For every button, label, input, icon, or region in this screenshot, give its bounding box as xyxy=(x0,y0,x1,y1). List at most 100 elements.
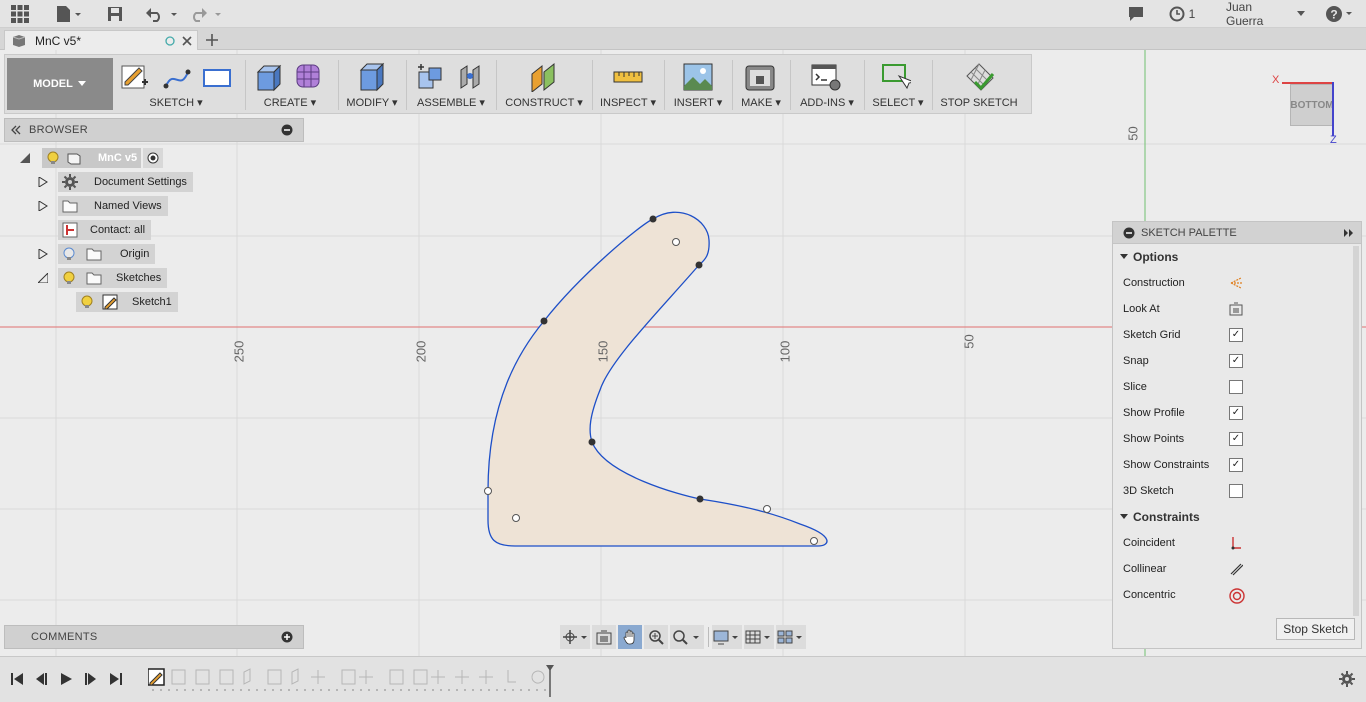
constraints-section-header[interactable]: Constraints xyxy=(1113,504,1361,530)
make-group[interactable]: MAKE ▾ xyxy=(737,58,785,112)
3d-print-icon[interactable] xyxy=(745,62,775,92)
3d-sketch-checkbox[interactable] xyxy=(1229,484,1243,498)
press-pull-icon[interactable] xyxy=(357,62,387,92)
create-group[interactable]: CREATE ▾ xyxy=(250,58,330,112)
option-show-constraints[interactable]: Show Constraints ✓ xyxy=(1113,452,1361,478)
zoom-button[interactable] xyxy=(644,625,668,649)
collinear-icon[interactable] xyxy=(1229,562,1243,576)
browser-root-row[interactable]: MnC v5 xyxy=(20,148,164,168)
sketch-group[interactable]: SKETCH ▾ xyxy=(116,58,236,112)
job-status-button[interactable]: 1 xyxy=(1166,4,1198,24)
constraint-concentric[interactable]: Concentric xyxy=(1113,582,1361,608)
expand-panel-icon[interactable] xyxy=(1343,228,1355,238)
palette-scrollbar[interactable] xyxy=(1353,246,1359,616)
collapse-triangle-icon[interactable] xyxy=(38,273,48,283)
step-back-button[interactable] xyxy=(32,670,50,688)
browser-header[interactable]: BROWSER xyxy=(4,118,304,142)
slice-checkbox[interactable] xyxy=(1229,380,1243,394)
insert-image-icon[interactable] xyxy=(683,62,713,92)
file-menu-icon[interactable] xyxy=(54,4,84,24)
look-at-icon[interactable] xyxy=(1229,302,1243,316)
go-to-start-button[interactable] xyxy=(8,670,26,688)
expand-triangle-icon[interactable] xyxy=(38,177,48,187)
inspect-group[interactable]: INSPECT ▾ xyxy=(597,58,659,112)
grid-settings-button[interactable] xyxy=(744,625,774,649)
create-sketch-icon[interactable] xyxy=(120,62,150,92)
construct-group[interactable]: CONSTRUCT ▾ xyxy=(501,58,587,112)
show-constraints-checkbox[interactable]: ✓ xyxy=(1229,458,1243,472)
snap-checkbox[interactable]: ✓ xyxy=(1229,354,1243,368)
stop-sketch-group[interactable]: STOP SKETCH xyxy=(937,58,1021,112)
undo-icon[interactable] xyxy=(144,4,180,24)
browser-item-origin[interactable]: Origin xyxy=(38,244,156,264)
extrude-icon[interactable] xyxy=(254,62,284,92)
add-comment-icon[interactable] xyxy=(281,631,293,643)
timeline-marker[interactable] xyxy=(546,665,554,697)
collapse-triangle-icon[interactable] xyxy=(20,153,30,163)
scripts-icon[interactable] xyxy=(811,62,841,92)
timeline-settings-button[interactable] xyxy=(1338,670,1356,688)
viewcube-face[interactable]: BOTTOM xyxy=(1290,84,1334,126)
form-icon[interactable] xyxy=(294,62,324,92)
notifications-icon[interactable] xyxy=(1126,4,1146,24)
concentric-icon[interactable] xyxy=(1229,588,1245,604)
show-profile-checkbox[interactable]: ✓ xyxy=(1229,406,1243,420)
modify-group[interactable]: MODIFY ▾ xyxy=(343,58,401,112)
comments-header[interactable]: COMMENTS xyxy=(4,625,304,649)
new-component-icon[interactable] xyxy=(415,62,445,92)
step-forward-button[interactable] xyxy=(82,670,100,688)
measure-icon[interactable] xyxy=(613,62,643,92)
viewcube[interactable]: BOTTOM X Z xyxy=(1270,72,1340,146)
assemble-group[interactable]: ASSEMBLE ▾ xyxy=(411,58,491,112)
coincident-icon[interactable] xyxy=(1229,536,1243,550)
help-icon[interactable]: ? xyxy=(1324,4,1356,24)
minimize-panel-icon[interactable] xyxy=(281,124,293,136)
browser-item-contact[interactable]: Contact: all xyxy=(58,220,152,240)
option-look-at[interactable]: Look At xyxy=(1113,296,1361,322)
orbit-button[interactable] xyxy=(560,625,590,649)
pan-button[interactable] xyxy=(618,625,642,649)
offset-plane-icon[interactable] xyxy=(529,62,559,92)
browser-item-sketch1[interactable]: Sketch1 xyxy=(76,292,178,312)
user-menu[interactable]: Juan Guerra xyxy=(1226,0,1306,28)
play-button[interactable] xyxy=(57,670,75,688)
option-show-profile[interactable]: Show Profile ✓ xyxy=(1113,400,1361,426)
option-slice[interactable]: Slice xyxy=(1113,374,1361,400)
rectangle-icon[interactable] xyxy=(202,62,232,92)
browser-item-sketches[interactable]: Sketches xyxy=(38,268,168,288)
constraint-collinear[interactable]: Collinear xyxy=(1113,556,1361,582)
fit-button[interactable] xyxy=(670,625,704,649)
stop-sketch-icon[interactable] xyxy=(965,62,995,92)
activate-radio[interactable] xyxy=(143,148,164,168)
document-tab[interactable]: MnC v5* xyxy=(4,30,198,50)
construction-icon[interactable] xyxy=(1229,276,1243,290)
constraint-coincident[interactable]: Coincident xyxy=(1113,530,1361,556)
workspace-switcher[interactable]: MODEL xyxy=(7,58,113,110)
option-construction[interactable]: Construction xyxy=(1113,270,1361,296)
new-tab-button[interactable] xyxy=(204,32,220,48)
option-snap[interactable]: Snap ✓ xyxy=(1113,348,1361,374)
option-sketch-grid[interactable]: Sketch Grid ✓ xyxy=(1113,322,1361,348)
line-spline-icon[interactable] xyxy=(162,62,192,92)
save-icon[interactable] xyxy=(104,4,126,24)
select-icon[interactable] xyxy=(881,62,911,92)
close-tab-icon[interactable] xyxy=(182,36,192,46)
sketch-palette-header[interactable]: SKETCH PALETTE xyxy=(1113,222,1361,244)
minimize-panel-icon[interactable] xyxy=(1123,227,1135,239)
look-at-button[interactable] xyxy=(592,625,616,649)
insert-group[interactable]: INSERT ▾ xyxy=(669,58,727,112)
visibility-bulb-off-icon[interactable] xyxy=(62,247,76,261)
browser-item-named-views[interactable]: Named Views xyxy=(38,196,168,216)
viewports-button[interactable] xyxy=(776,625,806,649)
stop-sketch-button[interactable]: Stop Sketch xyxy=(1276,618,1355,640)
visibility-bulb-icon[interactable] xyxy=(80,295,94,309)
expand-triangle-icon[interactable] xyxy=(38,201,48,211)
sketch-grid-checkbox[interactable]: ✓ xyxy=(1229,328,1243,342)
expand-triangle-icon[interactable] xyxy=(38,249,48,259)
show-points-checkbox[interactable]: ✓ xyxy=(1229,432,1243,446)
display-settings-button[interactable] xyxy=(712,625,742,649)
select-group[interactable]: SELECT ▾ xyxy=(869,58,927,112)
browser-item-document-settings[interactable]: Document Settings xyxy=(38,172,193,192)
collapse-panel-icon[interactable] xyxy=(11,125,21,135)
visibility-bulb-icon[interactable] xyxy=(62,271,76,285)
